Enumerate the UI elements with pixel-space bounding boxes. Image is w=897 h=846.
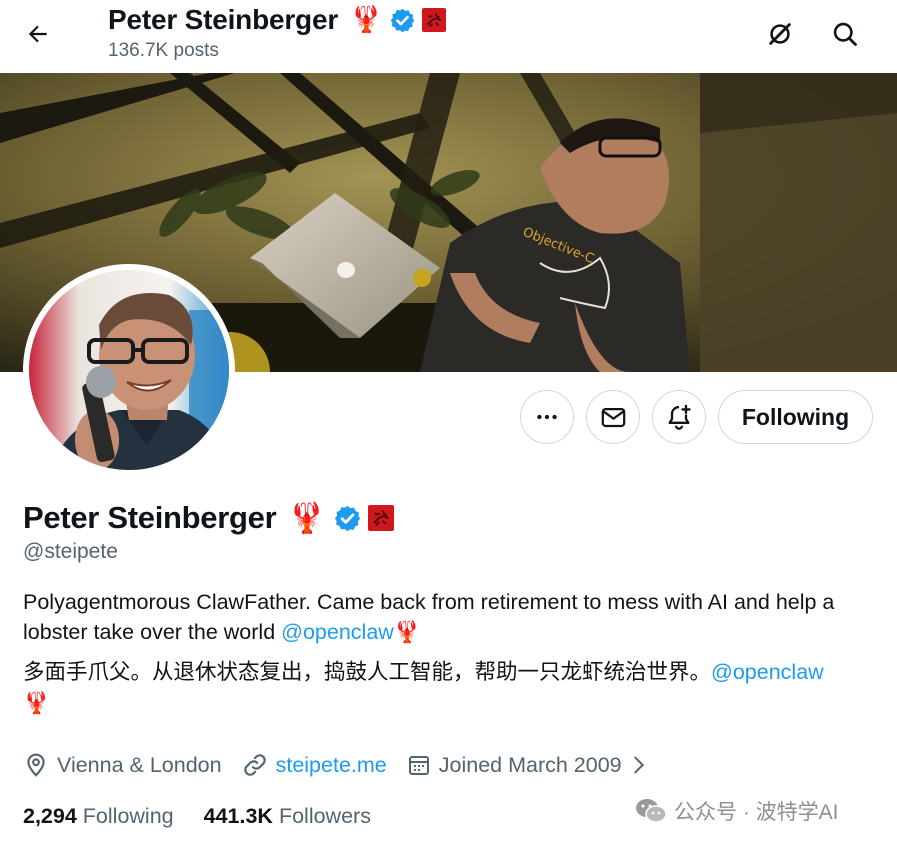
profile-lobster-emoji: 🦞 (288, 500, 326, 536)
location-item: Vienna & London (23, 752, 222, 778)
header-title-block: Peter Steinberger 🦞 136.7K posts (108, 2, 447, 62)
bio-zh-lobster-emoji: 🦞 (23, 691, 50, 716)
verified-icon (389, 7, 416, 34)
following-label: Following (82, 803, 174, 828)
message-button[interactable] (586, 390, 640, 444)
profile-display-name: Peter Steinberger (23, 500, 277, 535)
profile-verified-icon[interactable] (333, 504, 362, 533)
bio-en-lobster-emoji: 🦞 (393, 620, 421, 645)
notify-icon (668, 404, 691, 430)
chevron-right-icon (633, 756, 644, 774)
wechat-watermark: 公众号 · 波特学AI (634, 794, 839, 828)
link-icon (243, 754, 266, 776)
follow-stats-row: 2,294 Following 441.3K Followers (23, 800, 371, 832)
location-text: Vienna & London (57, 752, 222, 777)
location-icon (27, 753, 45, 777)
back-button[interactable] (16, 14, 60, 54)
back-arrow-icon (28, 25, 47, 43)
following-stat[interactable]: 2,294 Following (23, 804, 174, 829)
bio-en-mention-link[interactable]: @openclaw (281, 620, 394, 644)
avatar-photo (29, 270, 229, 470)
header-lobster-emoji: 🦞 (350, 5, 383, 35)
more-icon (537, 414, 557, 420)
header-name: Peter Steinberger (108, 4, 339, 35)
profile-handle: @steipete (23, 540, 118, 563)
bio-english: Polyagentmorous ClawFather. Came back fr… (23, 587, 873, 648)
joined-item[interactable]: Joined March 2009 (407, 753, 650, 778)
grok-button[interactable] (757, 12, 803, 56)
website-link[interactable]: steipete.me (276, 753, 387, 778)
header-post-count: 136.7K posts (108, 40, 219, 61)
bio-chinese: 多面手爪父。从退休状态复出，捣鼓人工智能，帮助一只龙虾统治世界。@opencla… (23, 657, 883, 719)
search-button[interactable] (822, 12, 868, 56)
profile-name-row: Peter Steinberger 🦞 (23, 496, 394, 540)
profile-affiliate-badge-icon[interactable] (367, 505, 394, 531)
profile-meta-row: Vienna & London steipete.me Joined March… (23, 747, 650, 783)
notify-button[interactable] (652, 390, 706, 444)
search-icon (833, 22, 857, 46)
affiliate-badge-icon (422, 8, 447, 32)
message-icon (601, 407, 625, 427)
wechat-icon (636, 799, 667, 823)
bio-zh-text: 多面手爪父。从退休状态复出，捣鼓人工智能，帮助一只龙虾统治世界。 (23, 660, 712, 684)
joined-text: Joined March 2009 (438, 752, 622, 777)
following-button[interactable]: Following (718, 390, 873, 444)
more-button[interactable] (520, 390, 574, 444)
bio-zh-mention-link[interactable]: @openclaw (711, 660, 824, 684)
followers-stat[interactable]: 441.3K Followers (204, 804, 371, 829)
followers-count: 441.3K (203, 803, 273, 828)
website-item[interactable]: steipete.me (242, 752, 387, 778)
watermark-text: 公众号 · 波特学AI (674, 801, 839, 824)
profile-header-bar: Peter Steinberger 🦞 136.7K posts (0, 0, 897, 73)
profile-avatar[interactable] (23, 264, 235, 476)
calendar-icon (408, 756, 429, 775)
followers-label: Followers (278, 803, 371, 828)
bio-en-text: Polyagentmorous ClawFather. Came back fr… (23, 590, 835, 644)
grok-icon (769, 23, 791, 45)
following-count: 2,294 (23, 803, 77, 828)
